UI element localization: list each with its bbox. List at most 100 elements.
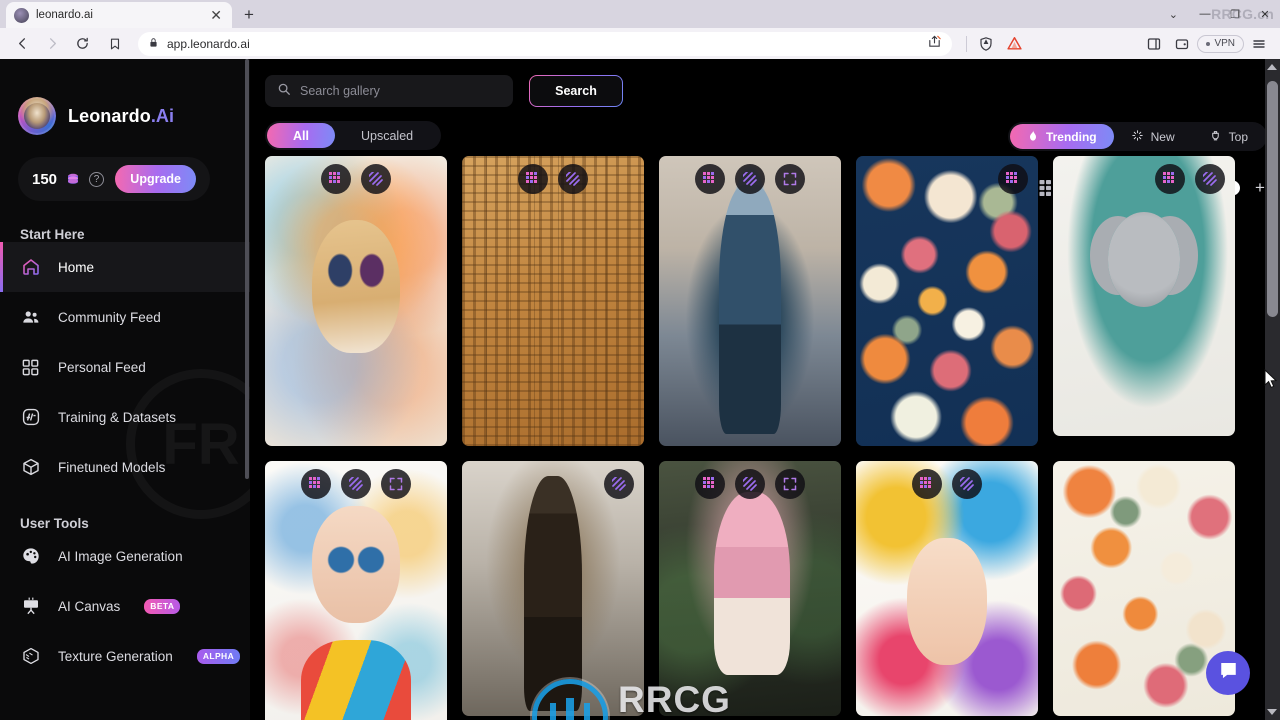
wallet-icon[interactable] bbox=[1169, 31, 1195, 57]
brand-header[interactable]: Leonardo.Ai bbox=[0, 59, 250, 135]
pixel-grid-icon[interactable] bbox=[912, 469, 942, 499]
sidebar-item-label: Training & Datasets bbox=[58, 409, 177, 425]
forward-icon bbox=[38, 31, 66, 57]
diagonal-lines-icon[interactable] bbox=[341, 469, 371, 499]
window-close-button[interactable]: ✕ bbox=[1250, 0, 1280, 28]
tab-list-chevron-icon[interactable]: ⌄ bbox=[1157, 8, 1190, 21]
sidebar-item-label: Texture Generation bbox=[58, 648, 173, 664]
vpn-toggle[interactable]: VPN bbox=[1197, 34, 1244, 53]
brave-rewards-icon[interactable] bbox=[1001, 31, 1027, 57]
tab-close-icon[interactable]: ✕ bbox=[208, 8, 224, 22]
diagonal-lines-icon[interactable] bbox=[735, 164, 765, 194]
sort-tab-trending[interactable]: Trending bbox=[1009, 124, 1114, 149]
upgrade-button[interactable]: Upgrade bbox=[115, 165, 196, 193]
window-minimize-button[interactable]: — bbox=[1190, 0, 1220, 28]
gallery-card-koala-riding-bicycle[interactable] bbox=[1053, 156, 1235, 436]
gallery-card-dark-sorceress-concept-sheet[interactable] bbox=[462, 461, 644, 716]
search-input-wrapper[interactable] bbox=[265, 75, 513, 107]
new-tab-button[interactable]: + bbox=[236, 2, 262, 28]
trophy-icon bbox=[1209, 129, 1222, 145]
back-icon[interactable] bbox=[8, 31, 36, 57]
question-mark-icon[interactable]: ? bbox=[89, 171, 105, 187]
sort-tab-label: Trending bbox=[1045, 129, 1097, 144]
expand-icon[interactable] bbox=[775, 469, 805, 499]
brand-name-text: Leonardo bbox=[68, 105, 151, 126]
address-bar[interactable]: app.leonardo.ai bbox=[138, 31, 953, 56]
sidebar-item-label: Finetuned Models bbox=[58, 459, 166, 475]
pixel-grid-icon[interactable] bbox=[1155, 164, 1185, 194]
diagonal-lines-icon[interactable] bbox=[361, 164, 391, 194]
sidebar-item-community-feed[interactable]: Community Feed bbox=[0, 292, 250, 342]
gallery-grid bbox=[265, 156, 1265, 720]
reload-icon[interactable] bbox=[68, 31, 96, 57]
sidebar-item-ai-image-generation[interactable]: AI Image Generation bbox=[0, 531, 250, 581]
browser-tab[interactable]: leonardo.ai ✕ bbox=[6, 2, 232, 28]
pixel-grid-icon[interactable] bbox=[695, 164, 725, 194]
card-artwork bbox=[462, 156, 644, 446]
diagonal-lines-icon[interactable] bbox=[952, 469, 982, 499]
gallery-card-egyptian-hieroglyph-papyrus[interactable] bbox=[462, 156, 644, 446]
sparkle-icon bbox=[1131, 129, 1144, 145]
card-artwork bbox=[462, 461, 644, 716]
sidebar-item-label: AI Image Generation bbox=[58, 548, 183, 564]
sidebar-item-finetuned-models[interactable]: Finetuned Models bbox=[0, 442, 250, 492]
filter-tab-all[interactable]: All bbox=[267, 123, 335, 148]
pixel-grid-icon[interactable] bbox=[301, 469, 331, 499]
sort-tab-top[interactable]: Top bbox=[1192, 124, 1265, 149]
toolbar-divider bbox=[966, 35, 968, 52]
pixel-grid-icon[interactable] bbox=[695, 469, 725, 499]
expand-icon[interactable] bbox=[775, 164, 805, 194]
card-action-bar bbox=[265, 469, 447, 499]
brave-shield-icon[interactable] bbox=[973, 31, 999, 57]
sidebar-item-ai-canvas[interactable]: AI Canvas BETA bbox=[0, 581, 250, 631]
search-button[interactable]: Search bbox=[529, 75, 623, 107]
window-maximize-button[interactable]: ❐ bbox=[1220, 0, 1250, 28]
bookmark-icon[interactable] bbox=[102, 31, 128, 57]
pixel-grid-icon[interactable] bbox=[998, 164, 1028, 194]
sidebar-item-home[interactable]: Home bbox=[0, 242, 250, 292]
window-controls: ⌄ — ❐ ✕ bbox=[1157, 0, 1280, 28]
expand-icon[interactable] bbox=[381, 469, 411, 499]
sort-tab-new[interactable]: New bbox=[1114, 124, 1192, 149]
scroll-up-arrow-icon[interactable] bbox=[1267, 64, 1277, 70]
diagonal-lines-icon[interactable] bbox=[604, 469, 634, 499]
card-artwork bbox=[659, 156, 841, 446]
diagonal-lines-icon[interactable] bbox=[558, 164, 588, 194]
scroll-down-arrow-icon[interactable] bbox=[1267, 709, 1277, 715]
browser-window: leonardo.ai ✕ + ⌄ — ❐ ✕ RRCG.cn app.leon… bbox=[0, 0, 1280, 720]
hamburger-menu-icon[interactable] bbox=[1246, 31, 1272, 57]
browser-action-icons: VPN bbox=[962, 31, 1272, 57]
card-artwork bbox=[265, 461, 447, 720]
badge-beta: BETA bbox=[144, 598, 181, 614]
gallery-card-blue-haired-warrior-character[interactable] bbox=[659, 156, 841, 446]
badge-alpha: ALPHA bbox=[196, 648, 241, 664]
gallery-card-orange-floral-pattern[interactable] bbox=[856, 156, 1038, 446]
diagonal-lines-icon[interactable] bbox=[1195, 164, 1225, 194]
page-scrollbar-track[interactable] bbox=[1265, 59, 1280, 720]
texture-cube-icon bbox=[20, 646, 41, 667]
filter-tab-upscaled[interactable]: Upscaled bbox=[335, 123, 439, 148]
gallery-toolbar: Search All Upscaled Trending bbox=[250, 59, 1280, 196]
share-icon[interactable] bbox=[927, 34, 942, 54]
coins-icon bbox=[65, 171, 81, 187]
gallery-card-rainbow-hair-woman-portrait[interactable] bbox=[856, 461, 1038, 716]
gallery-card-watercolor-lion-sunglasses[interactable] bbox=[265, 156, 447, 446]
page-scrollbar-thumb[interactable] bbox=[1267, 81, 1278, 317]
search-input[interactable] bbox=[300, 84, 501, 98]
sidebar-icon[interactable] bbox=[1141, 31, 1167, 57]
magnifier-icon bbox=[277, 82, 291, 101]
diagonal-lines-icon[interactable] bbox=[735, 469, 765, 499]
gallery-card-girl-glasses-rainbow-hoodie[interactable] bbox=[265, 461, 447, 720]
pixel-grid-icon[interactable] bbox=[518, 164, 548, 194]
sidebar-item-training-datasets[interactable]: Training & Datasets bbox=[0, 392, 250, 442]
sidebar-section-user-tools-heading: User Tools bbox=[20, 516, 89, 531]
card-artwork bbox=[659, 461, 841, 716]
gallery-card-pink-haired-elf-portrait[interactable] bbox=[659, 461, 841, 716]
intercom-chat-button[interactable] bbox=[1206, 651, 1250, 695]
sidebar-item-texture-generation[interactable]: Texture Generation ALPHA bbox=[0, 631, 250, 681]
card-artwork bbox=[856, 156, 1038, 446]
card-action-bar bbox=[856, 469, 1038, 499]
sidebar-item-personal-feed[interactable]: Personal Feed bbox=[0, 342, 250, 392]
pixel-grid-icon[interactable] bbox=[321, 164, 351, 194]
sidebar-scrollbar[interactable] bbox=[245, 59, 249, 479]
